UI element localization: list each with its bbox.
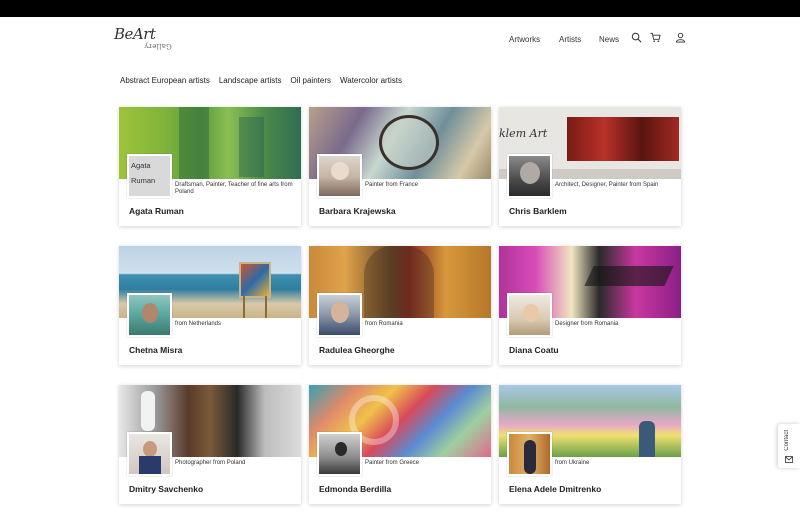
artist-name[interactable]: Barbara Krajewska: [319, 206, 396, 216]
nav-artists-link[interactable]: Artists: [559, 35, 581, 44]
logo-script: BeArt: [114, 25, 156, 43]
site-header: BeArt Gallery Artworks Artists News: [0, 17, 800, 63]
avatar-alt-text: Agata Ruman: [131, 161, 156, 185]
artist-card[interactable]: Designer from Romania Diana Coatu: [499, 246, 681, 365]
nav-news-link[interactable]: News: [599, 35, 619, 44]
artist-name[interactable]: Diana Coatu: [509, 345, 559, 355]
category-landscape[interactable]: Landscape artists: [219, 76, 282, 85]
artist-card[interactable]: from Romania Radulea Gheorghe: [309, 246, 491, 365]
cart-icon[interactable]: [650, 32, 661, 43]
artist-avatar: [127, 293, 172, 337]
nav-artworks-link[interactable]: Artworks: [509, 35, 540, 44]
artist-description: from Ukraine: [555, 460, 590, 466]
category-oil-painters[interactable]: Oil painters: [291, 76, 331, 85]
artist-name[interactable]: Elena Adele Dmitrenko: [509, 484, 601, 494]
artist-card[interactable]: from Netherlands Chetna Misra: [119, 246, 301, 365]
contact-tab[interactable]: Contact: [778, 424, 800, 468]
artist-description: Draftsman, Painter, Teacher of fine arts…: [175, 182, 293, 195]
artist-description: Painter from France: [365, 182, 419, 188]
artist-avatar: [317, 154, 362, 198]
contact-label: Contact: [784, 430, 790, 451]
artist-description: Architect, Designer, Painter from Spain: [555, 182, 659, 188]
artist-card[interactable]: Painter from Greece Edmonda Berdilla: [309, 385, 491, 504]
search-icon[interactable]: [631, 32, 642, 43]
artist-card[interactable]: Painter from France Barbara Krajewska: [309, 107, 491, 226]
artist-description: Photographer from Poland: [175, 460, 246, 466]
artist-name[interactable]: Agata Ruman: [129, 206, 184, 216]
artist-avatar: Agata Ruman: [127, 154, 172, 198]
category-watercolor[interactable]: Watercolor artists: [340, 76, 402, 85]
artist-avatar: [507, 154, 552, 198]
artist-card[interactable]: Agata Ruman Draftsman, Painter, Teacher …: [119, 107, 301, 226]
site-logo[interactable]: BeArt Gallery: [114, 25, 174, 53]
artist-description: from Netherlands: [175, 321, 222, 327]
artist-description: from Romania: [365, 321, 403, 327]
artist-name[interactable]: Dmitry Savchenko: [129, 484, 203, 494]
artist-avatar: [317, 432, 362, 476]
artist-name[interactable]: Edmonda Berdilla: [319, 484, 391, 494]
artist-name[interactable]: Chris Barklem: [509, 206, 567, 216]
artist-card[interactable]: from Ukraine Elena Adele Dmitrenko: [499, 385, 681, 504]
artist-name[interactable]: Radulea Gheorghe: [319, 345, 395, 355]
browser-top-bar: [0, 0, 800, 17]
artist-card[interactable]: klem Art Architect, Designer, Painter fr…: [499, 107, 681, 226]
category-filter-bar: Abstract European artists Landscape arti…: [120, 76, 402, 85]
artist-card[interactable]: Photographer from Poland Dmitry Savchenk…: [119, 385, 301, 504]
category-abstract-european[interactable]: Abstract European artists: [120, 76, 210, 85]
artist-name[interactable]: Chetna Misra: [129, 345, 182, 355]
user-icon[interactable]: [675, 32, 686, 43]
artist-avatar: [317, 293, 362, 337]
artist-avatar: [507, 432, 552, 476]
artist-avatar: [507, 293, 552, 337]
logo-subtitle: Gallery: [144, 42, 172, 50]
artist-description: Designer from Romania: [555, 321, 619, 327]
mail-icon: [785, 456, 793, 463]
artist-avatar: [127, 432, 172, 476]
artist-description: Painter from Greece: [365, 460, 420, 466]
